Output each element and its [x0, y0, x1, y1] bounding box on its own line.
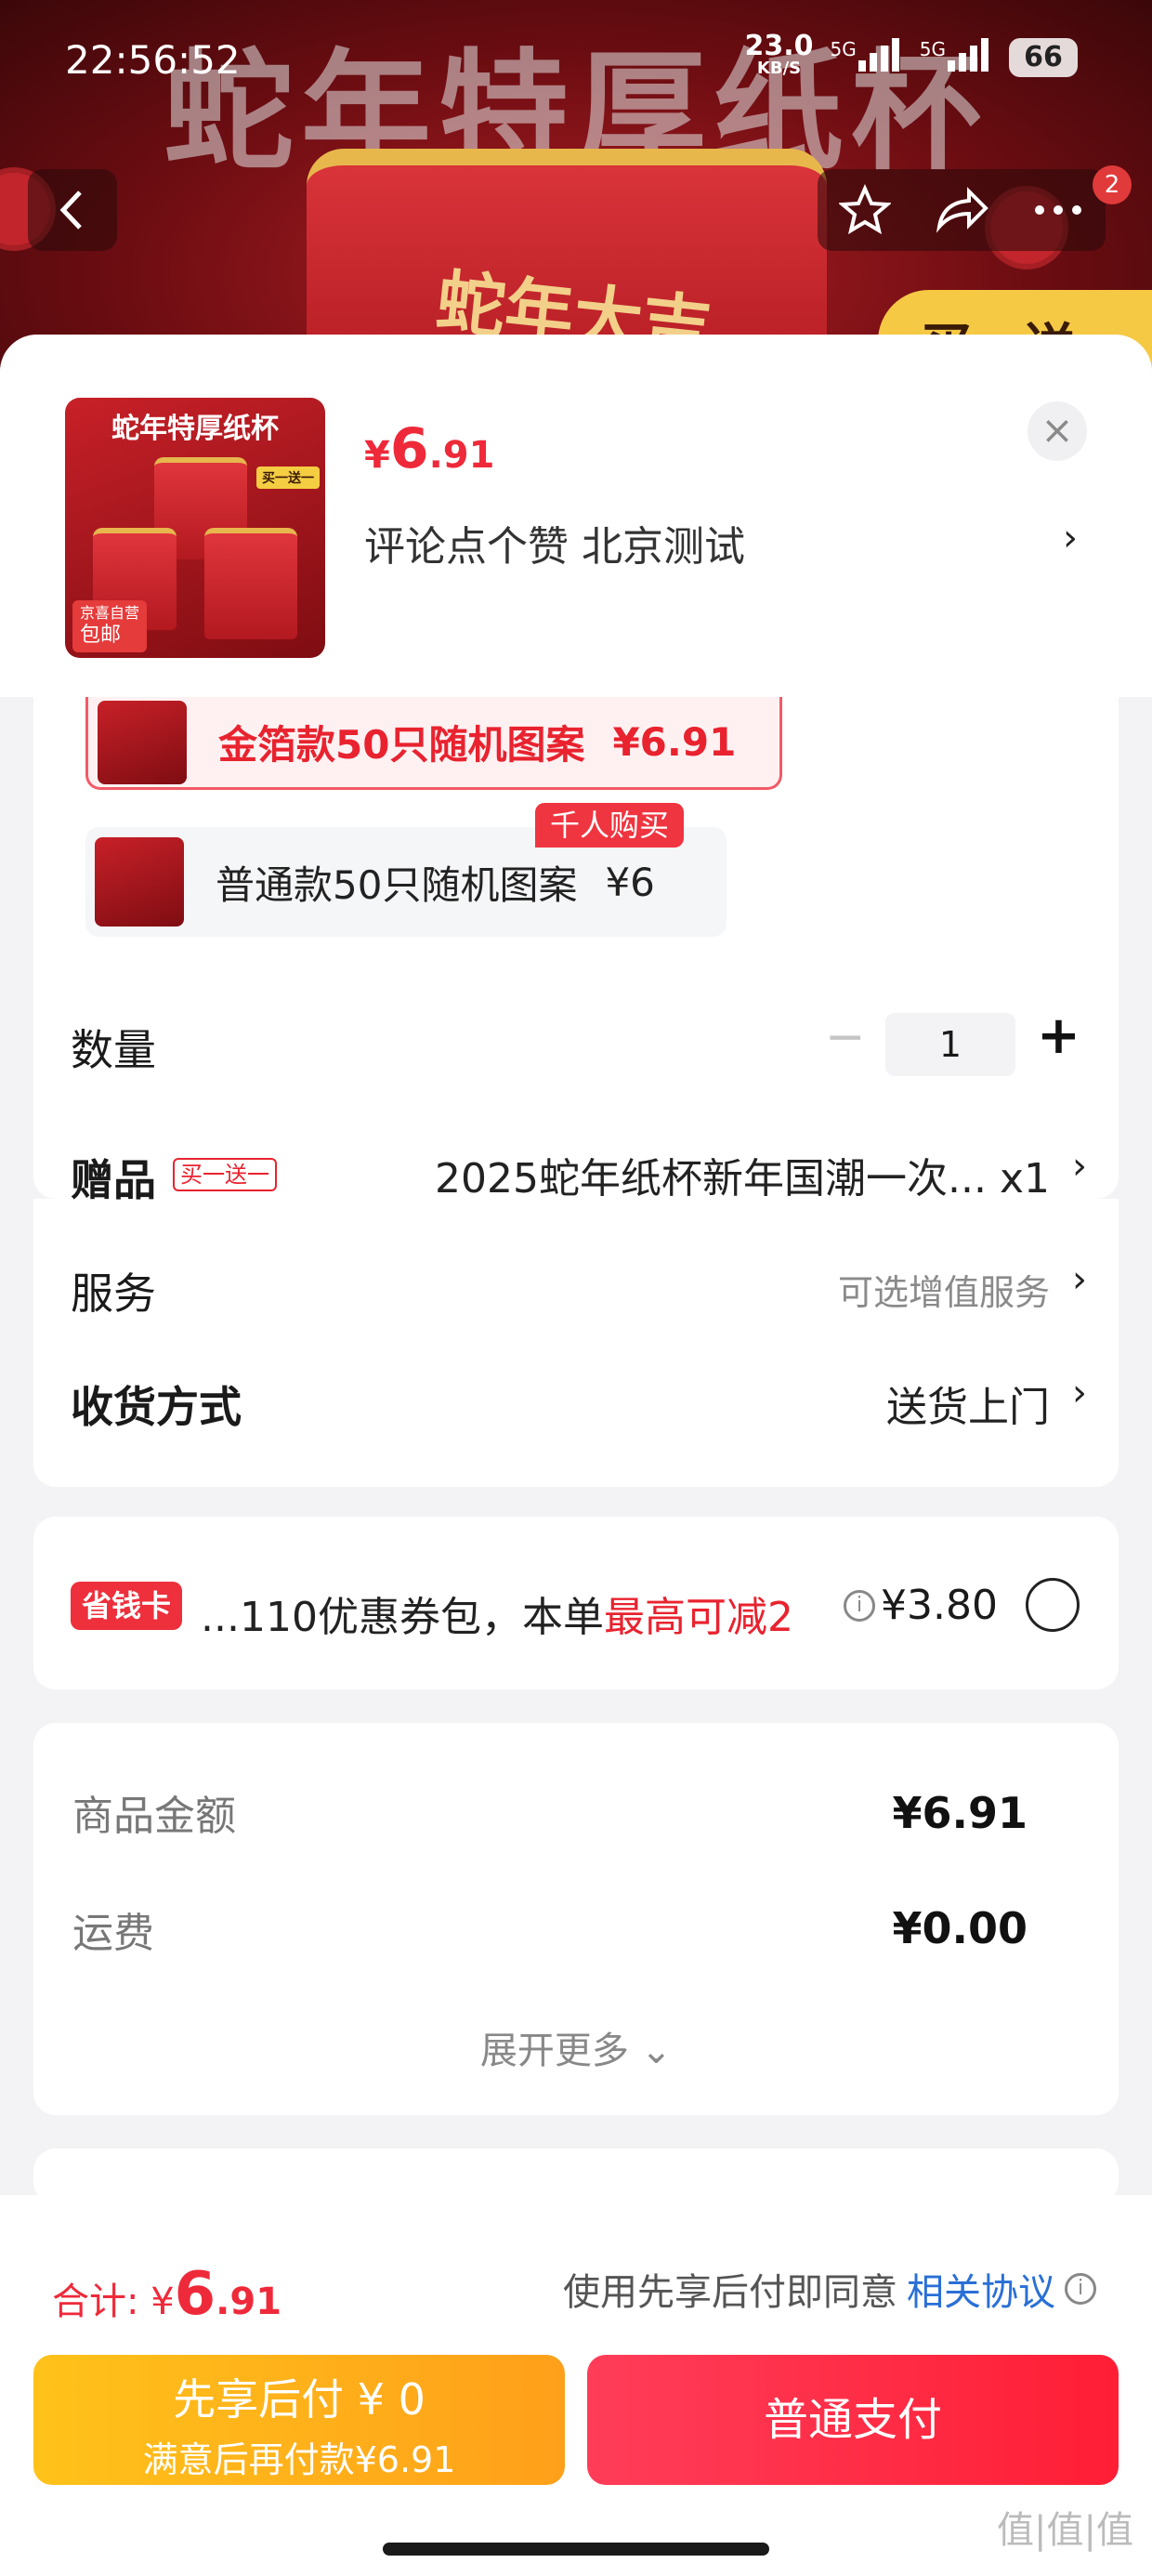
- gift-label: 赠品: [71, 1155, 156, 1205]
- checkout-footer: 合计: ¥6.91 使用先享后付即同意 相关协议 i 先享后付 ¥ 0 满意后再付…: [0, 2195, 1152, 2576]
- info-icon[interactable]: i: [1065, 2273, 1096, 2305]
- coupon-text: ...110优惠券包，本单最高可减2: [201, 1594, 793, 1641]
- quantity-minus-button[interactable]: −: [825, 1009, 866, 1065]
- status-icons: 23.0 KB/S 5G 5G 66: [744, 30, 1078, 80]
- coupon-card[interactable]: 省钱卡 ...110优惠券包，本单最高可减2 i ¥3.80: [33, 1517, 1119, 1689]
- coupon-radio[interactable]: [1026, 1578, 1080, 1632]
- option-image: [98, 700, 187, 784]
- option-gold-foil[interactable]: 金箔款50只随机图案 ¥6.91: [85, 697, 782, 790]
- notification-badge: 2: [1093, 165, 1132, 204]
- order-options-card: [33, 1199, 1119, 1487]
- option-price: ¥6.91: [612, 719, 737, 765]
- net-speed: 23.0 KB/S: [744, 30, 814, 79]
- chevron-right-icon[interactable]: ›: [1072, 1145, 1087, 1188]
- watermark: 值|值|值: [997, 2509, 1133, 2552]
- delivery-label: 收货方式: [71, 1382, 242, 1432]
- chevron-down-icon: ⌄: [640, 2030, 673, 2072]
- option-label: 金箔款50只随机图案: [218, 722, 585, 768]
- shipping-label: 运费: [72, 1910, 154, 1957]
- pay-later-sublabel: 满意后再付款¥6.91: [142, 2439, 456, 2480]
- agreement-link[interactable]: 相关协议: [907, 2262, 1055, 2316]
- expand-more-button[interactable]: 展开更多 ⌄: [33, 2020, 1119, 2074]
- status-time: 22:56:52: [65, 37, 241, 83]
- shipping-value: ¥0.00: [892, 1903, 1028, 1953]
- share-icon[interactable]: [934, 184, 989, 236]
- service-label: 服务: [71, 1268, 156, 1319]
- total-price: 合计: ¥6.91: [52, 2260, 282, 2329]
- quantity-input[interactable]: 1: [885, 1013, 1015, 1076]
- sheet-header: 蛇年特厚纸杯 买一送一 京喜自营 包邮 ¥6.91 评论点个赞 北京测试 › ×: [0, 335, 1152, 697]
- pay-later-button[interactable]: 先享后付 ¥ 0 满意后再付款¥6.91: [33, 2355, 565, 2485]
- more-icon[interactable]: [1032, 201, 1084, 219]
- close-button[interactable]: ×: [1028, 401, 1087, 461]
- coupon-amount: i ¥3.80: [844, 1582, 998, 1629]
- thumb-tag: 京喜自营 包邮: [72, 600, 148, 652]
- delivery-value[interactable]: 送货上门: [886, 1373, 1050, 1433]
- home-indicator[interactable]: [383, 2543, 769, 2556]
- chevron-left-icon: [59, 191, 82, 230]
- thumb-badge: 买一送一: [256, 467, 320, 489]
- service-value[interactable]: 可选增值服务: [838, 1264, 1050, 1315]
- goods-amount-label: 商品金额: [72, 1793, 236, 1840]
- option-label: 普通款50只随机图案: [216, 861, 578, 908]
- back-button[interactable]: [28, 169, 117, 251]
- info-icon[interactable]: i: [844, 1589, 876, 1622]
- price-summary-card: 商品金额 ¥6.91 运费 ¥0.00 展开更多 ⌄: [33, 1723, 1119, 2115]
- chevron-right-icon[interactable]: ›: [1072, 1372, 1087, 1414]
- pay-later-label: 先享后付 ¥ 0: [173, 2374, 425, 2425]
- signal-icon: 5G: [920, 37, 992, 78]
- gift-value[interactable]: 2025蛇年纸杯新年国潮一次... x1: [435, 1145, 1050, 1204]
- thumb-title: 蛇年特厚纸杯: [111, 413, 279, 445]
- goods-amount-value: ¥6.91: [892, 1788, 1028, 1838]
- selected-spec: 评论点个赞 北京测试: [364, 523, 745, 571]
- spec-card: 金箔款50只随机图案 ¥6.91 普通款50只随机图案 ¥6 千人购买: [33, 697, 1119, 1199]
- option-image: [95, 837, 184, 927]
- quantity-plus-button[interactable]: +: [1037, 1005, 1080, 1066]
- star-icon[interactable]: [839, 184, 891, 236]
- product-thumbnail: 蛇年特厚纸杯 买一送一 京喜自营 包邮: [65, 398, 325, 658]
- signal-icon: 5G: [831, 37, 903, 78]
- product-price: ¥6.91: [364, 416, 495, 481]
- gift-tag: 买一送一: [173, 1158, 277, 1191]
- coupon-badge: 省钱卡: [71, 1582, 183, 1630]
- pay-button[interactable]: 普通支付: [587, 2355, 1119, 2485]
- battery-icon: 66: [1009, 38, 1078, 77]
- chevron-right-icon[interactable]: ›: [1072, 1258, 1087, 1301]
- quantity-label: 数量: [71, 1025, 156, 1075]
- top-actions: [818, 169, 1106, 251]
- thumb-cup: [204, 528, 297, 639]
- hot-tag: 千人购买: [535, 803, 685, 848]
- option-price: ¥6: [605, 859, 655, 905]
- agreement: 使用先享后付即同意 相关协议 i: [563, 2262, 1096, 2316]
- chevron-right-icon[interactable]: ›: [1063, 517, 1078, 559]
